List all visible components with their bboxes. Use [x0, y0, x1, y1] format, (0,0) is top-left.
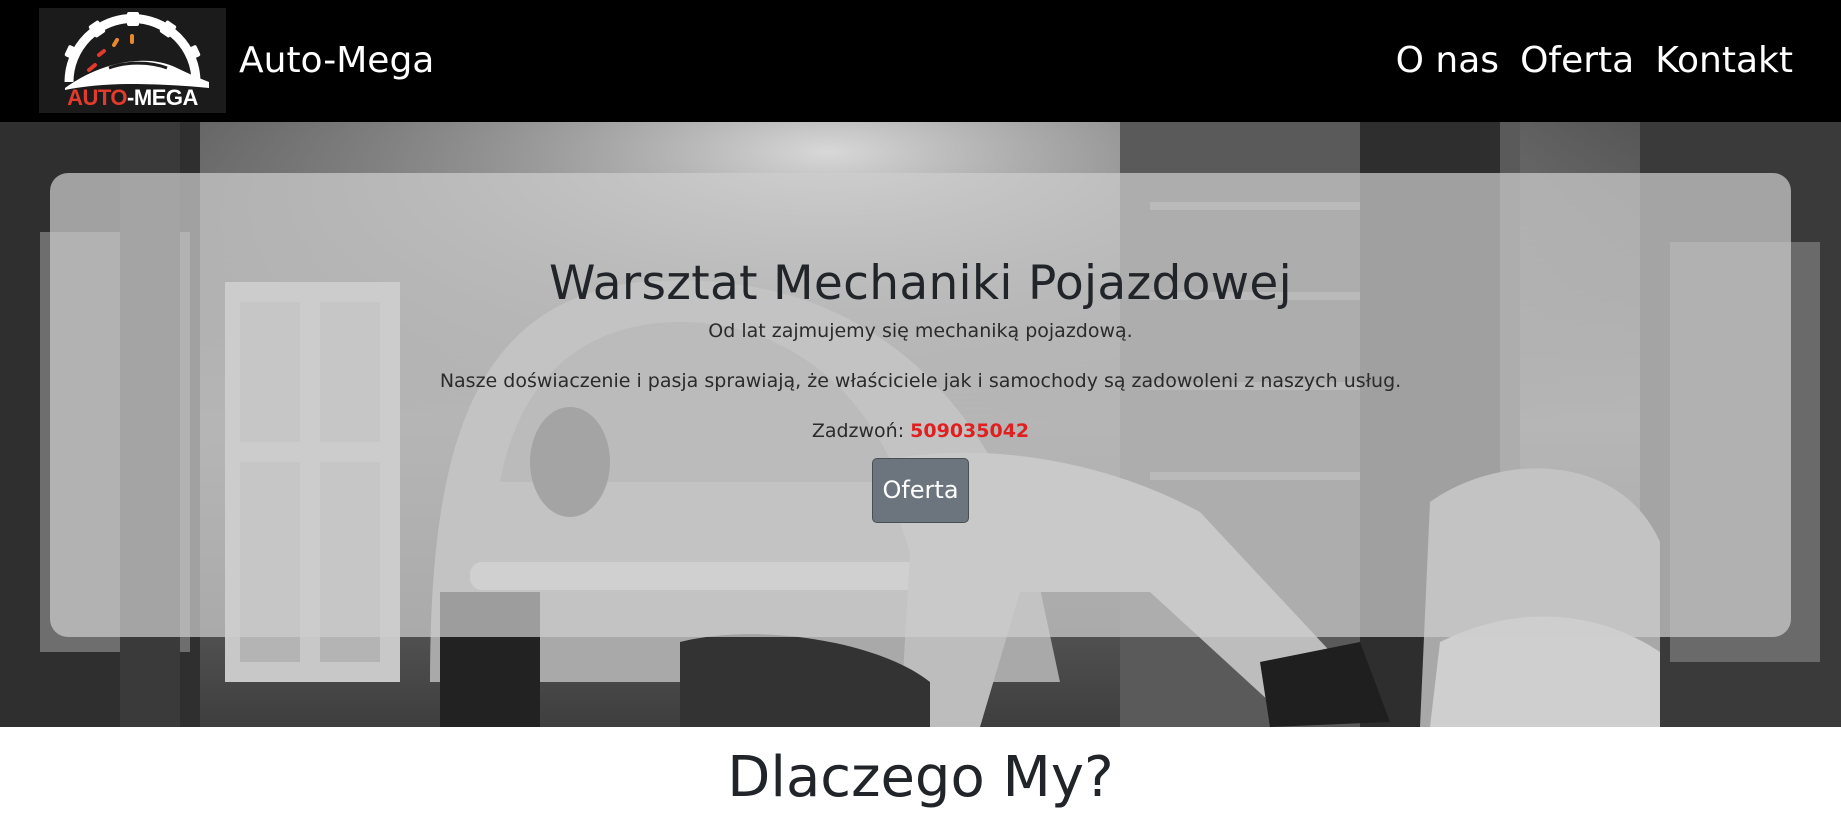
hero-phone: Zadzwoń: 509035042: [50, 417, 1791, 445]
nav-link-oferta[interactable]: Oferta: [1520, 40, 1634, 82]
brand-link[interactable]: AUTO-MEGA Auto-Mega: [39, 8, 434, 113]
logo-text-auto: AUTO: [67, 85, 128, 110]
hero-section: Warsztat Mechaniki Pojazdowej Od lat zaj…: [0, 122, 1841, 727]
hero-text: Nasze doświaczenie i pasja sprawiają, że…: [439, 370, 1402, 392]
oferta-button[interactable]: Oferta: [872, 458, 969, 523]
nav-link-o-nas[interactable]: O nas: [1396, 40, 1499, 82]
brand-name[interactable]: Auto-Mega: [239, 42, 434, 79]
logo: AUTO-MEGA: [39, 8, 226, 113]
hero-panel: Warsztat Mechaniki Pojazdowej Od lat zaj…: [50, 173, 1791, 637]
logo-text: AUTO-MEGA: [39, 85, 226, 111]
navbar: AUTO-MEGA Auto-Mega O nas Oferta Kontakt: [0, 0, 1841, 122]
nav-link-kontakt[interactable]: Kontakt: [1655, 40, 1793, 82]
nav-links: O nas Oferta Kontakt: [1396, 40, 1793, 82]
hero-lead: Od lat zajmujemy się mechaniką pojazdową…: [708, 320, 1133, 342]
phone-label: Zadzwoń:: [811, 420, 911, 442]
phone-number-link[interactable]: 509035042: [910, 420, 1029, 442]
section-title-why-us: Dlaczego My?: [727, 745, 1114, 810]
hero-title: Warsztat Mechaniki Pojazdowej: [549, 256, 1292, 311]
logo-text-mega: -MEGA: [127, 85, 198, 110]
